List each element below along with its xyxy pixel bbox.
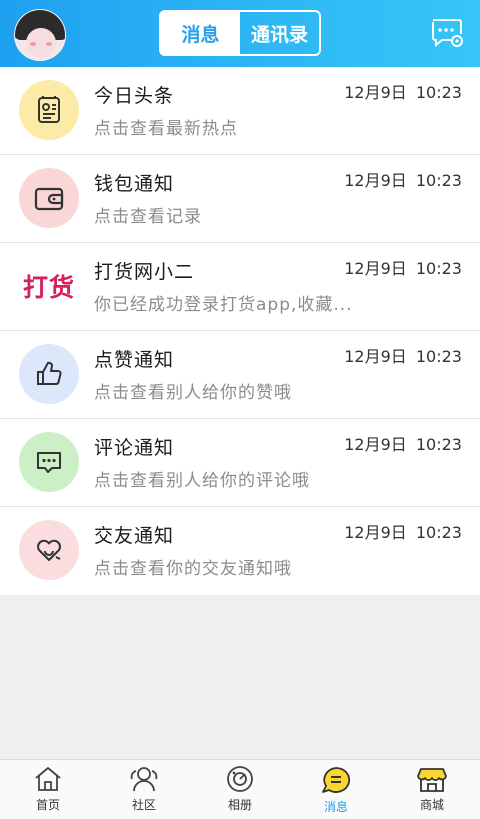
tab-label: 消息 [323,800,348,814]
comment-icon [19,432,79,492]
news-icon [19,80,79,140]
tab-messages-nav[interactable]: 消息 [288,760,384,819]
tab-album[interactable]: 相册 [192,760,288,819]
message-subtitle: 点击查看你的交友通知哦 [94,559,292,579]
message-title: 打货网小二 [94,261,195,283]
message-title: 今日头条 [94,85,175,107]
tab-label: 商城 [419,798,444,812]
list-item-news[interactable]: 今日头条 点击查看最新热点 12月9日 10:23 [0,67,480,155]
tab-switcher: 消息 通讯录 [159,10,321,56]
avatar[interactable] [14,9,66,61]
list-item-comments[interactable]: 评论通知 点击查看别人给你的评论哦 12月9日 10:23 [0,419,480,507]
tab-shop[interactable]: 商城 [384,760,480,819]
list-item-friends[interactable]: 交友通知 点击查看你的交友通知哦 12月9日 10:23 [0,507,480,595]
tab-label: 首页 [35,798,60,812]
home-icon [35,767,61,791]
message-title: 点赞通知 [94,349,175,371]
message-time: 12月9日 10:23 [344,523,462,542]
brand-logo: 打货 [19,256,79,316]
brand-logo-text: 打货 [22,273,75,302]
list-item-likes[interactable]: 点赞通知 点击查看别人给你的赞哦 12月9日 10:23 [0,331,480,419]
message-title: 交友通知 [94,525,175,547]
message-subtitle: 点击查看别人给你的评论哦 [94,471,310,491]
list-item-wallet[interactable]: 钱包通知 点击查看记录 12月9日 10:23 [0,155,480,243]
message-time: 12月9日 10:23 [344,83,462,102]
message-title: 评论通知 [94,437,175,459]
album-icon [227,766,253,792]
tab-messages[interactable]: 消息 [161,12,240,54]
message-icon [322,767,351,793]
list-item-dahuo[interactable]: 打货 打货网小二 你已经成功登录打货app,收藏... 12月9日 10:23 [0,243,480,331]
thumbs-up-icon [19,344,79,404]
message-time: 12月9日 10:23 [344,347,462,366]
tab-label: 相册 [227,798,252,812]
community-icon [130,767,158,792]
message-list: 今日头条 点击查看最新热点 12月9日 10:23 钱包通知 点击查看记录 12… [0,67,480,595]
message-time: 12月9日 10:23 [344,171,462,190]
message-time: 12月9日 10:23 [344,435,462,454]
friend-heart-icon [19,520,79,580]
tab-label: 社区 [131,798,156,812]
bottom-tab-bar: 首页 社区 相册 消息 商城 [0,759,480,819]
message-subtitle: 点击查看别人给你的赞哦 [94,383,292,403]
shop-icon [417,768,447,792]
message-title: 钱包通知 [94,173,175,195]
message-subtitle: 点击查看最新热点 [94,119,238,139]
message-subtitle: 点击查看记录 [94,207,202,227]
wallet-icon [19,168,79,228]
tab-home[interactable]: 首页 [0,760,96,819]
tab-community[interactable]: 社区 [96,760,192,819]
chat-settings-icon[interactable] [430,17,464,49]
message-subtitle: 你已经成功登录打货app,收藏... [94,295,353,315]
message-time: 12月9日 10:23 [344,259,462,278]
top-bar: 消息 通讯录 [0,0,480,67]
tab-contacts[interactable]: 通讯录 [240,12,319,54]
